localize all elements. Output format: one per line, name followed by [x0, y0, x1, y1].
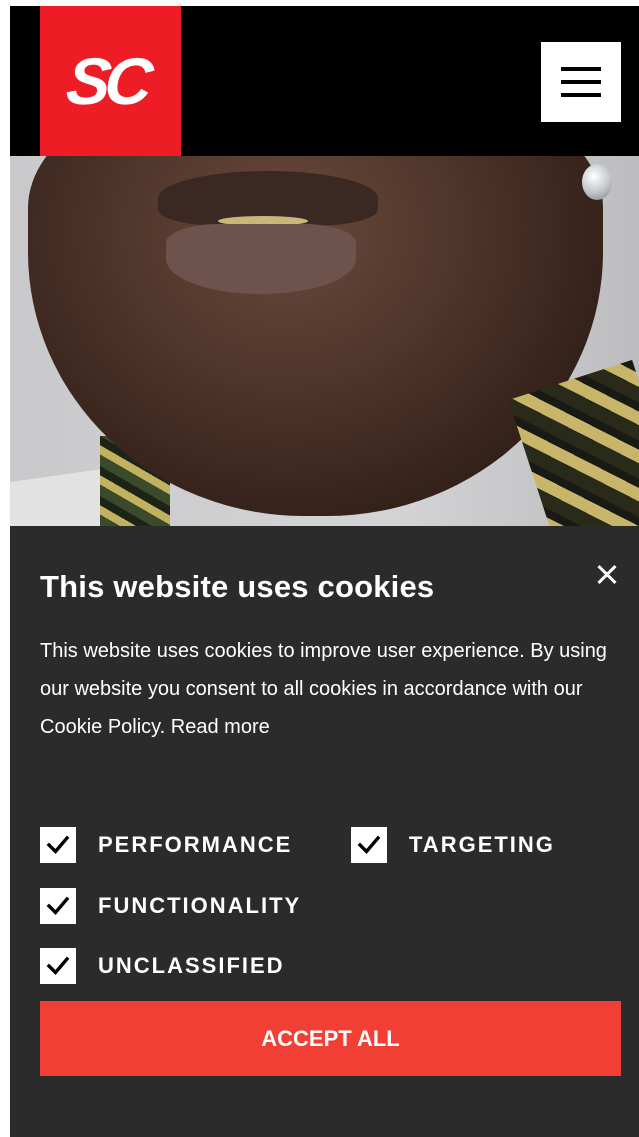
option-label: FUNCTIONALITY	[98, 893, 302, 918]
cookie-description-text: This website uses cookies to improve use…	[40, 640, 607, 738]
targeting-checkbox[interactable]	[351, 827, 387, 863]
cookie-title: This website uses cookies	[40, 569, 435, 604]
hamburger-icon	[561, 93, 601, 97]
option-performance[interactable]: PERFORMANCE	[40, 827, 292, 863]
checkmark-icon	[357, 835, 381, 855]
functionality-checkbox[interactable]	[40, 888, 76, 924]
unclassified-checkbox[interactable]	[40, 948, 76, 984]
hero-image	[10, 156, 639, 526]
menu-button[interactable]	[541, 42, 621, 122]
cookie-description: This website uses cookies to improve use…	[40, 632, 630, 746]
close-icon[interactable]	[592, 560, 622, 590]
page-viewport: SC This website uses cookies This websit…	[10, 6, 639, 1137]
cookie-banner: This website uses cookies This website u…	[10, 526, 639, 1137]
hero-lip-lower	[166, 224, 356, 294]
option-unclassified[interactable]: UNCLASSIFIED	[40, 948, 285, 984]
option-targeting[interactable]: TARGETING	[351, 827, 555, 863]
option-label: PERFORMANCE	[98, 832, 293, 857]
checkmark-icon	[46, 956, 70, 976]
site-header: SC	[10, 6, 639, 156]
read-more-link[interactable]: Read more	[171, 716, 270, 738]
accept-all-button[interactable]: ACCEPT ALL	[40, 1001, 621, 1076]
option-label: TARGETING	[409, 832, 555, 857]
hero-shirt	[10, 468, 115, 526]
hamburger-icon	[561, 67, 601, 71]
performance-checkbox[interactable]	[40, 827, 76, 863]
hero-earring	[582, 164, 612, 200]
site-logo[interactable]: SC	[40, 6, 181, 156]
option-label: UNCLASSIFIED	[98, 953, 285, 978]
checkmark-icon	[46, 835, 70, 855]
checkmark-icon	[46, 896, 70, 916]
logo-text: SC	[62, 44, 151, 118]
option-functionality[interactable]: FUNCTIONALITY	[40, 888, 301, 924]
hamburger-icon	[561, 80, 601, 84]
